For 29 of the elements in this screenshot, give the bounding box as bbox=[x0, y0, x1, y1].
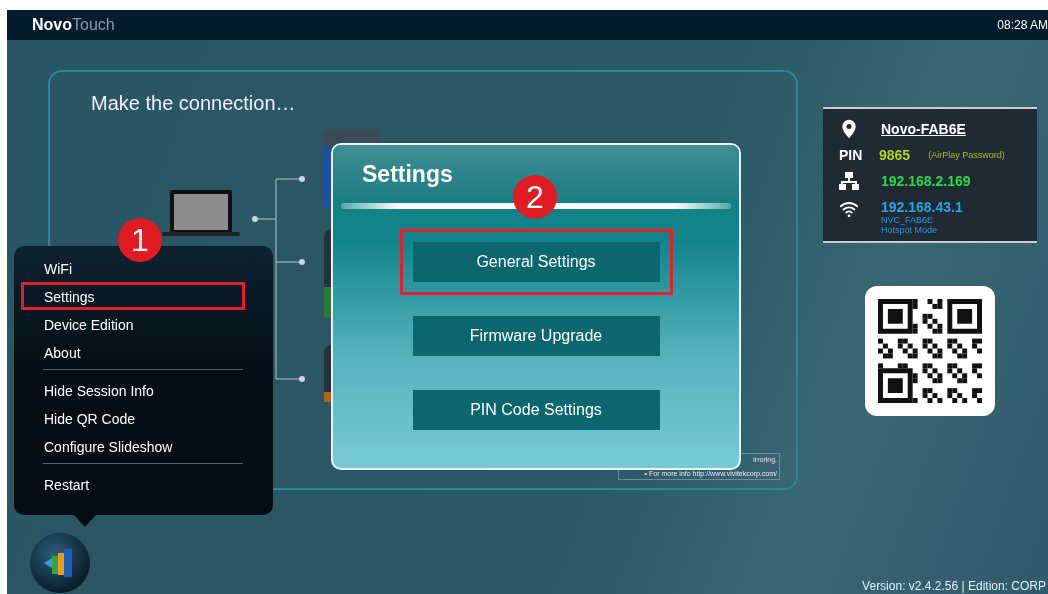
wifi-mode: Hotspot Mode bbox=[881, 225, 939, 235]
menu-pointer-icon bbox=[74, 515, 96, 527]
menu-item[interactable]: Settings bbox=[21, 282, 245, 310]
network-icon bbox=[839, 171, 859, 191]
settings-option-button[interactable]: General Settings bbox=[412, 242, 660, 282]
menu-item[interactable]: Hide Session Info bbox=[21, 376, 245, 404]
clock-time: 08:28 AM bbox=[997, 18, 1048, 32]
wifi-icon bbox=[839, 199, 859, 219]
settings-option-button[interactable]: PIN Code Settings bbox=[412, 390, 660, 430]
pin-code: 9865 bbox=[879, 147, 911, 163]
step-number-badge: 1 bbox=[118, 218, 162, 262]
version-text: Version: v2.4.2.56 | Edition: CORP bbox=[862, 579, 1046, 593]
menu-item[interactable]: Restart bbox=[21, 470, 245, 498]
pin-note: (AirPlay Password) bbox=[928, 150, 1005, 160]
pin-label: PIN bbox=[839, 147, 864, 163]
qr-code-icon bbox=[878, 299, 982, 403]
menu-item[interactable]: Configure Slideshow bbox=[21, 432, 245, 460]
menu-item[interactable]: About bbox=[21, 338, 245, 366]
wifi-ip: 192.168.43.1 bbox=[881, 199, 963, 215]
dialog-title: Settings bbox=[362, 161, 453, 187]
location-pin-icon bbox=[839, 119, 859, 139]
wifi-ssid: NVC_FAB6E bbox=[881, 215, 935, 225]
menu-item[interactable]: Hide QR Code bbox=[21, 404, 245, 432]
brand-logo: NovoTouch bbox=[32, 16, 115, 34]
settings-option-button[interactable]: Firmware Upgrade bbox=[412, 316, 660, 356]
lan-ip: 192.168.2.169 bbox=[881, 173, 971, 189]
device-name: Novo-FAB6E bbox=[881, 121, 966, 137]
menu-item[interactable]: Device Edition bbox=[21, 310, 245, 338]
card-title: Make the connection… bbox=[91, 92, 296, 115]
